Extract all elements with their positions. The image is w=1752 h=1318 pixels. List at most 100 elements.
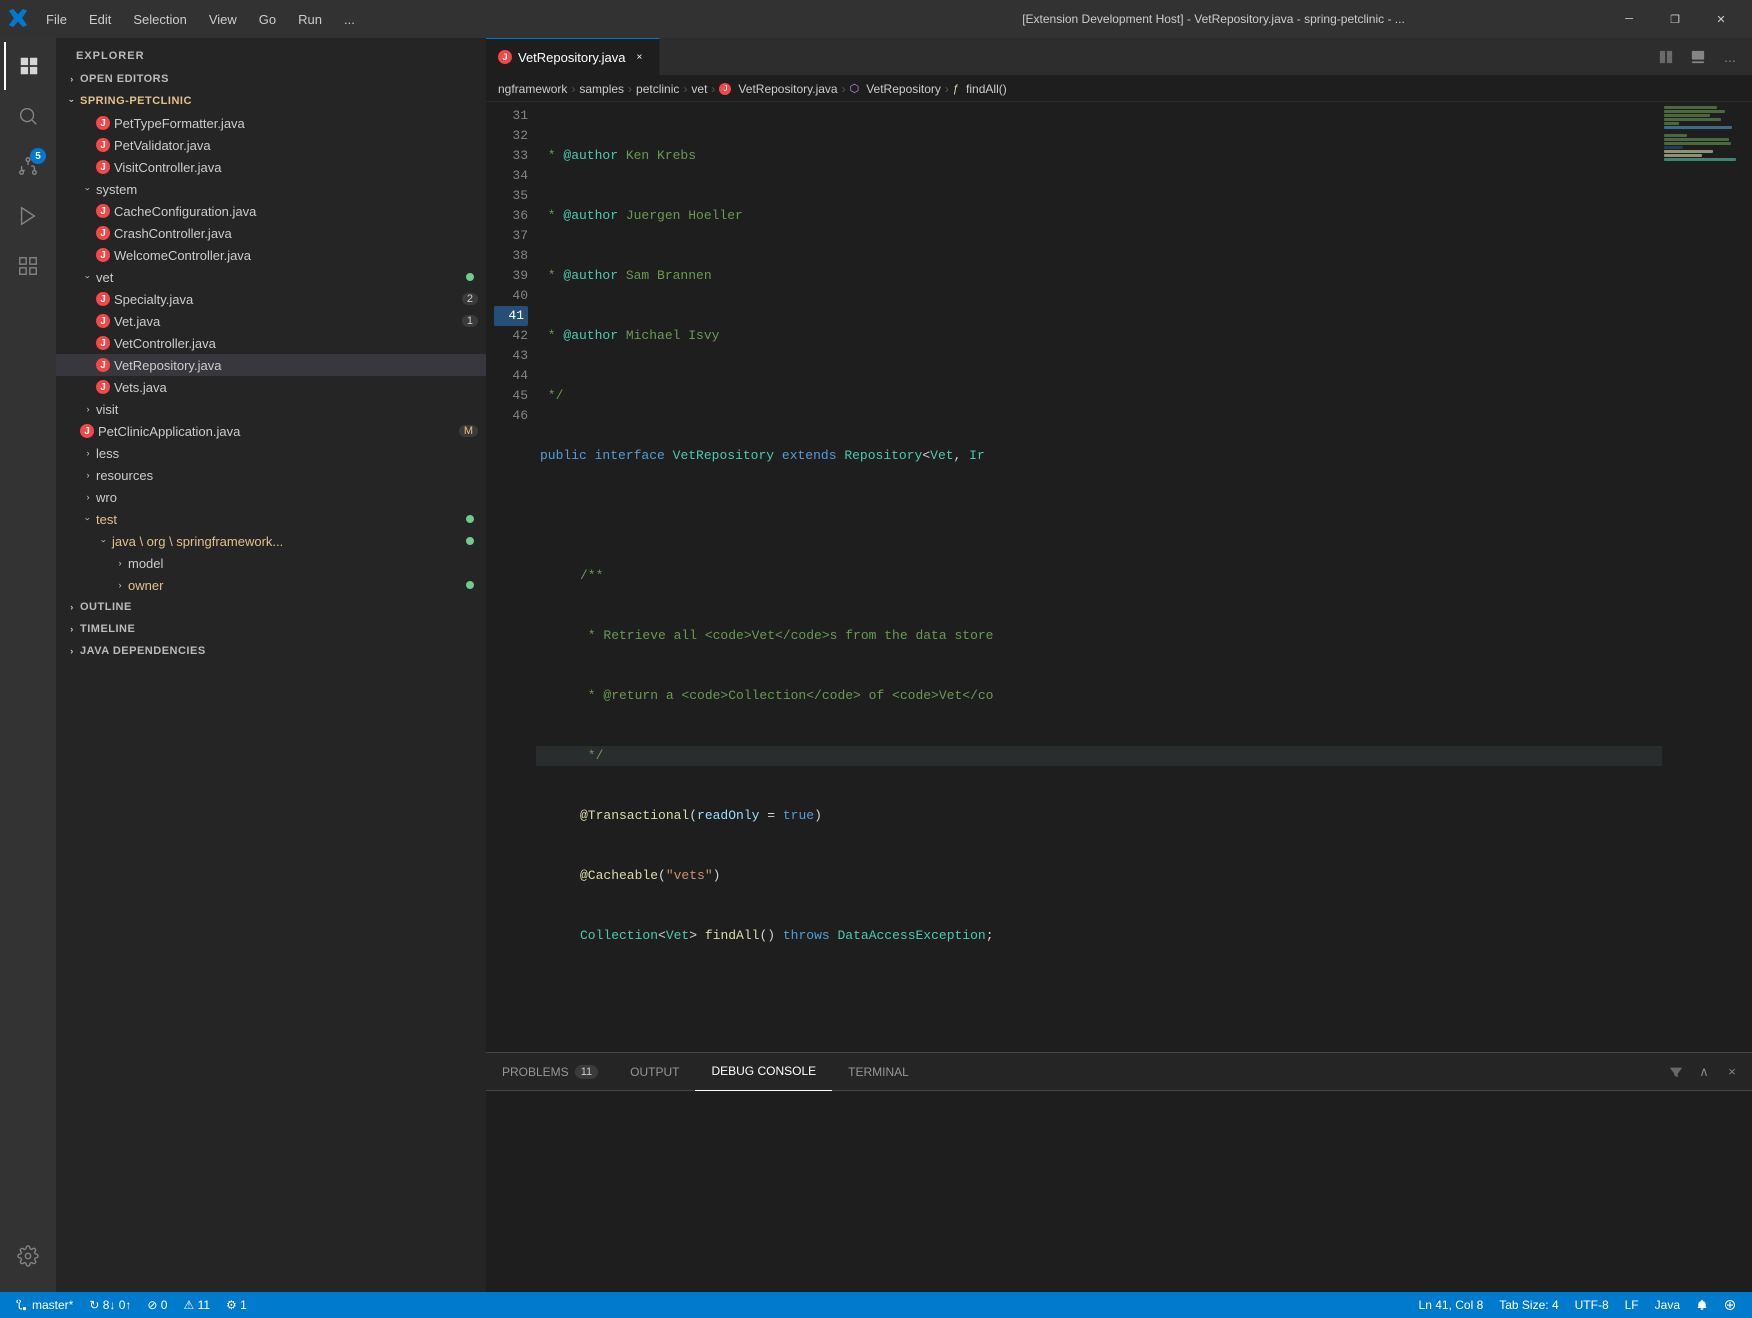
panel-tab-output[interactable]: OUTPUT <box>614 1053 695 1091</box>
folder-java-org[interactable]: › java \ org \ springframework... <box>56 530 486 552</box>
tab-vet-repository[interactable]: J VetRepository.java × <box>486 38 660 76</box>
folder-vet[interactable]: › vet <box>56 266 486 288</box>
open-editors-section[interactable]: › OPEN EDITORS <box>56 68 486 90</box>
menu-file[interactable]: File <box>36 8 77 31</box>
file-visit-controller[interactable]: J VisitController.java <box>56 156 486 178</box>
more-actions-button[interactable]: ... <box>1716 43 1744 71</box>
breadcrumb-petclinic[interactable]: petclinic <box>636 82 679 96</box>
activity-settings[interactable] <box>4 1236 52 1284</box>
activity-search[interactable] <box>4 92 52 140</box>
split-editor-button[interactable] <box>1652 43 1680 71</box>
menu-selection[interactable]: Selection <box>123 8 196 31</box>
breadcrumb-class[interactable]: VetRepository <box>866 82 941 96</box>
breadcrumb-method[interactable]: findAll() <box>966 82 1007 96</box>
code-line-31: * @author Ken Krebs <box>536 146 1662 166</box>
code-content[interactable]: * @author Ken Krebs * @author Juergen Ho… <box>536 102 1662 1052</box>
file-label: PetClinicApplication.java <box>98 424 459 439</box>
menu-view[interactable]: View <box>199 8 247 31</box>
file-cache-config[interactable]: J CacheConfiguration.java <box>56 200 486 222</box>
file-petclinic-app[interactable]: J PetClinicApplication.java M <box>56 420 486 442</box>
file-vets-java[interactable]: J Vets.java <box>56 376 486 398</box>
folder-label: java \ org \ springframework... <box>112 534 466 549</box>
breadcrumb-file-icon: J <box>719 83 731 95</box>
tab-close-button[interactable]: × <box>631 49 647 65</box>
spring-petclinic-arrow: › <box>64 93 80 109</box>
minimap-line <box>1664 106 1717 109</box>
folder-visit[interactable]: › visit <box>56 398 486 420</box>
folder-test[interactable]: › test <box>56 508 486 530</box>
file-label: PetTypeFormatter.java <box>114 116 486 131</box>
status-branch[interactable]: master* <box>8 1292 81 1318</box>
menu-more[interactable]: ... <box>334 8 365 31</box>
folder-resources[interactable]: › resources <box>56 464 486 486</box>
status-language[interactable]: Java <box>1647 1292 1688 1318</box>
activity-debug[interactable] <box>4 192 52 240</box>
panel-tab-terminal[interactable]: TERMINAL <box>832 1053 925 1091</box>
error-icon: J <box>96 204 110 218</box>
restore-button[interactable]: ❐ <box>1652 0 1698 38</box>
breadcrumb-ngframework[interactable]: ngframework <box>498 82 567 96</box>
folder-wro[interactable]: › wro <box>56 486 486 508</box>
folder-system[interactable]: › system <box>56 178 486 200</box>
error-icon: J <box>96 336 110 350</box>
file-welcome-controller[interactable]: J WelcomeController.java <box>56 244 486 266</box>
open-editors-label: OPEN EDITORS <box>80 73 169 85</box>
owner-arrow: › <box>112 577 128 593</box>
java-deps-section[interactable]: › JAVA DEPENDENCIES <box>56 640 486 662</box>
panel-tab-debug-console[interactable]: DEBUG CONSOLE <box>695 1053 832 1091</box>
debug-console-label: DEBUG CONSOLE <box>711 1064 816 1078</box>
code-line-33: * @author Sam Brannen <box>536 266 1662 286</box>
status-bar: master* ↻ 8↓ 0↑ ⊘ 0 ⚠ 11 ⚙ 1 Ln 41, Col … <box>0 1292 1752 1318</box>
toggle-panel-button[interactable] <box>1684 43 1712 71</box>
status-sync[interactable]: ↻ 8↓ 0↑ <box>81 1292 139 1318</box>
breadcrumb-file[interactable]: VetRepository.java <box>738 82 837 96</box>
menu-run[interactable]: Run <box>288 8 332 31</box>
folder-owner[interactable]: › owner <box>56 574 486 596</box>
activity-git[interactable]: 5 <box>4 142 52 190</box>
breadcrumb-sep2: › <box>628 82 632 96</box>
folder-model[interactable]: › model <box>56 552 486 574</box>
outline-section[interactable]: › OUTLINE <box>56 596 486 618</box>
panel-filter-button[interactable] <box>1664 1060 1688 1084</box>
spring-petclinic-section[interactable]: › SPRING-PETCLINIC <box>56 90 486 112</box>
breadcrumb-vet[interactable]: vet <box>691 82 707 96</box>
breadcrumb-samples[interactable]: samples <box>579 82 624 96</box>
panel-tabs: PROBLEMS 11 OUTPUT DEBUG CONSOLE TERMINA… <box>486 1053 1752 1091</box>
file-vet-repository[interactable]: J VetRepository.java <box>56 354 486 376</box>
editor-scrollbar[interactable] <box>1742 102 1752 1052</box>
status-notifications[interactable] <box>1688 1292 1716 1318</box>
activity-extensions[interactable] <box>4 242 52 290</box>
file-label: Vets.java <box>114 380 486 395</box>
status-remote[interactable] <box>1716 1292 1744 1318</box>
menu-go[interactable]: Go <box>249 8 286 31</box>
close-button[interactable]: ✕ <box>1698 0 1744 38</box>
activity-explorer[interactable] <box>4 42 52 90</box>
status-line-ending[interactable]: LF <box>1617 1292 1647 1318</box>
file-crash-controller[interactable]: J CrashController.java <box>56 222 486 244</box>
file-vet-controller[interactable]: J VetController.java <box>56 332 486 354</box>
timeline-section[interactable]: › TIMELINE <box>56 618 486 640</box>
file-vet-java[interactable]: J Vet.java 1 <box>56 310 486 332</box>
code-editor[interactable]: 31 32 33 34 35 36 37 38 39 40 41 42 43 4… <box>486 102 1662 1052</box>
folder-less[interactable]: › less <box>56 442 486 464</box>
panel-tab-problems[interactable]: PROBLEMS 11 <box>486 1053 614 1091</box>
tab-size-label: Tab Size: 4 <box>1499 1298 1558 1312</box>
folder-label: system <box>96 182 486 197</box>
status-warnings[interactable]: ⚠ 11 <box>175 1292 218 1318</box>
status-tab-size[interactable]: Tab Size: 4 <box>1491 1292 1566 1318</box>
minimize-button[interactable]: ─ <box>1606 0 1652 38</box>
status-encoding[interactable]: UTF-8 <box>1567 1292 1617 1318</box>
status-config[interactable]: ⚙ 1 <box>218 1292 255 1318</box>
file-specialty[interactable]: J Specialty.java 2 <box>56 288 486 310</box>
java-org-arrow: › <box>96 533 112 549</box>
code-line-46 <box>536 1046 1662 1052</box>
file-pettype-formatter[interactable]: J PetTypeFormatter.java <box>56 112 486 134</box>
file-pet-validator[interactable]: J PetValidator.java <box>56 134 486 156</box>
menu-edit[interactable]: Edit <box>79 8 121 31</box>
less-arrow: › <box>80 445 96 461</box>
panel-close-button[interactable]: × <box>1720 1060 1744 1084</box>
panel-collapse-button[interactable]: ∧ <box>1692 1060 1716 1084</box>
error-icon: J <box>96 116 110 130</box>
status-position[interactable]: Ln 41, Col 8 <box>1411 1292 1492 1318</box>
status-errors[interactable]: ⊘ 0 <box>139 1292 175 1318</box>
